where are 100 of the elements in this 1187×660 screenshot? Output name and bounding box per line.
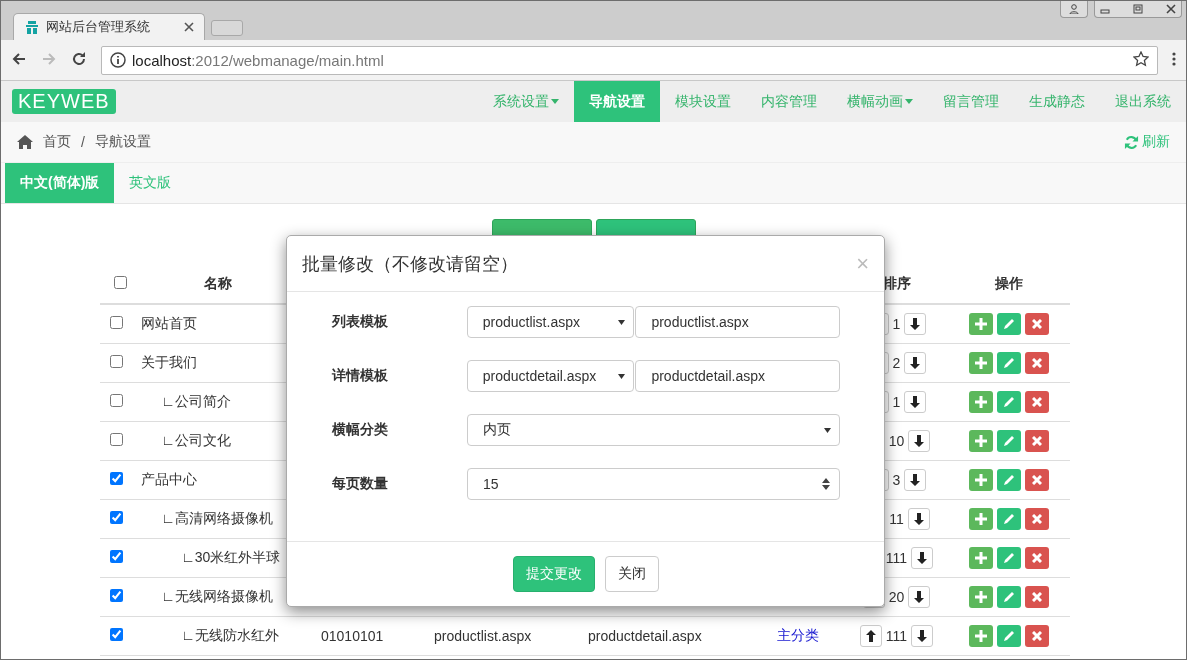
breadcrumb-item[interactable]: 首页: [43, 133, 71, 151]
maximize-icon: [1133, 4, 1143, 14]
category-name: ∟公司简介: [160, 393, 231, 409]
url-path: :2012/webmanage/main.html: [191, 51, 385, 69]
move-down-button[interactable]: [904, 313, 927, 335]
nav-item[interactable]: 留言管理: [928, 81, 1014, 122]
add-button[interactable]: [969, 547, 993, 569]
move-down-button[interactable]: [907, 508, 930, 530]
move-down-button[interactable]: [908, 430, 931, 452]
nav-item[interactable]: 导航设置: [574, 81, 660, 122]
delete-button[interactable]: [1025, 508, 1049, 530]
pencil-icon: [1003, 552, 1015, 564]
edit-button[interactable]: [997, 352, 1021, 374]
cross-icon: [1032, 514, 1042, 524]
row-checkbox[interactable]: [110, 511, 123, 524]
row-checkbox[interactable]: [110, 355, 123, 368]
nav-item[interactable]: 生成静态: [1014, 81, 1100, 122]
field-label: 详情模板: [332, 367, 389, 385]
delete-button[interactable]: [1025, 391, 1049, 413]
plus-icon: [975, 591, 987, 603]
edit-button[interactable]: [997, 586, 1021, 608]
caret-icon: [824, 427, 831, 433]
edit-button[interactable]: [997, 508, 1021, 530]
nav-item[interactable]: 系统设置: [478, 81, 574, 122]
row-checkbox[interactable]: [110, 472, 123, 485]
edit-button[interactable]: [997, 547, 1021, 569]
browser-tab[interactable]: 网站后台管理系统: [13, 13, 205, 40]
edit-button[interactable]: [997, 625, 1021, 647]
move-down-button[interactable]: [904, 352, 927, 374]
table-cell: productlist.aspx: [434, 628, 532, 644]
edit-button[interactable]: [997, 391, 1021, 413]
back-icon: [11, 50, 27, 67]
row-checkbox[interactable]: [110, 589, 123, 602]
move-down-button[interactable]: [904, 469, 927, 491]
favicon-icon: [24, 19, 40, 35]
delete-button[interactable]: [1025, 625, 1049, 647]
reload-icon: [71, 50, 87, 67]
move-down-button[interactable]: [908, 586, 931, 608]
pencil-icon: [1003, 513, 1015, 525]
close-button[interactable]: ×: [856, 250, 869, 277]
move-up-button[interactable]: [859, 625, 882, 647]
move-down-button[interactable]: [911, 625, 934, 647]
template-select[interactable]: 内页: [467, 414, 840, 446]
nav-item[interactable]: 模块设置: [660, 81, 746, 122]
row-checkbox[interactable]: [110, 433, 123, 446]
delete-button[interactable]: [1025, 430, 1049, 452]
row-checkbox[interactable]: [110, 316, 123, 329]
column-header: 操作: [995, 275, 1023, 291]
add-button[interactable]: [969, 625, 993, 647]
edit-button[interactable]: [997, 313, 1021, 335]
add-button[interactable]: [969, 352, 993, 374]
profile-button[interactable]: [1060, 1, 1088, 18]
arrow-down-icon: [913, 513, 924, 525]
add-button[interactable]: [969, 430, 993, 452]
delete-button[interactable]: [1025, 313, 1049, 335]
add-button[interactable]: [969, 508, 993, 530]
plus-icon: [975, 552, 987, 564]
plus-icon: [975, 435, 987, 447]
add-button[interactable]: [969, 391, 993, 413]
select-all-checkbox[interactable]: [113, 276, 127, 289]
add-button[interactable]: [969, 586, 993, 608]
address-field[interactable]: localhost:2012/webmanage/main.html: [101, 45, 1158, 75]
add-button[interactable]: [969, 469, 993, 491]
language-tab[interactable]: 英文版: [114, 163, 187, 203]
add-button[interactable]: [969, 313, 993, 335]
move-down-button[interactable]: [911, 547, 934, 569]
close-dialog-button[interactable]: 关闭: [604, 556, 659, 592]
nav-item[interactable]: 横幅动画: [832, 81, 928, 122]
type-link[interactable]: 主分类: [776, 627, 819, 643]
row-checkbox[interactable]: [110, 394, 123, 407]
move-down-button[interactable]: [904, 391, 927, 413]
row-checkbox[interactable]: [110, 550, 123, 563]
delete-button[interactable]: [1025, 352, 1049, 374]
input-field[interactable]: productdetail.aspx: [635, 360, 840, 392]
pencil-icon: [1003, 318, 1015, 330]
row-checkbox[interactable]: [110, 628, 123, 641]
plus-icon: [975, 357, 987, 369]
edit-button[interactable]: [997, 469, 1021, 491]
edit-button[interactable]: [997, 430, 1021, 452]
template-select[interactable]: productlist.aspx: [466, 306, 635, 338]
template-select[interactable]: productdetail.aspx: [466, 360, 635, 392]
delete-button[interactable]: [1025, 469, 1049, 491]
number-field[interactable]: 15: [467, 468, 840, 500]
language-tab[interactable]: 中文(简体)版: [5, 163, 115, 203]
input-field[interactable]: productlist.aspx: [635, 306, 840, 338]
refresh-link[interactable]: 刷新: [1124, 133, 1170, 151]
maximize-button[interactable]: [1133, 1, 1143, 17]
category-name: ∟无线网络摄像机: [160, 588, 273, 604]
site-logo[interactable]: KEYWEB: [12, 89, 116, 114]
delete-button[interactable]: [1025, 547, 1049, 569]
caret-icon: [618, 373, 626, 379]
submit-button[interactable]: 提交更改: [512, 556, 595, 592]
nav-item[interactable]: 内容管理: [746, 81, 832, 122]
sort-value: 2: [892, 355, 901, 371]
cross-icon: [1032, 397, 1042, 407]
breadcrumb-item: 导航设置: [94, 133, 151, 151]
delete-button[interactable]: [1025, 586, 1049, 608]
arrow-down-icon: [910, 318, 921, 330]
nav-item[interactable]: 退出系统: [1100, 81, 1186, 122]
caret-icon: [618, 319, 626, 325]
